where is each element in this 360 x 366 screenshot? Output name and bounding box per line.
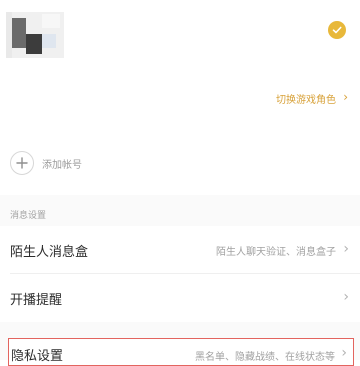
plus-icon: [10, 151, 34, 175]
chevron-right-icon: ›: [343, 289, 349, 305]
selected-check-icon: [328, 21, 346, 39]
row-value: 黑名单、隐藏战绩、在线状态等: [195, 352, 335, 363]
settings-row-privacy[interactable]: 隐私设置 黑名单、隐藏战绩、在线状态等 ›: [8, 338, 354, 366]
row-value: 陌生人聊天验证、消息盒子: [216, 247, 336, 258]
chevron-right-icon: ›: [341, 345, 347, 361]
chevron-right-icon: ›: [343, 90, 348, 104]
section-title-message-settings: 消息设置: [10, 211, 47, 221]
add-account-label: 添加帐号: [42, 159, 82, 171]
current-account-card[interactable]: 切换游戏角色 ›: [0, 0, 360, 125]
settings-row-stranger-inbox[interactable]: 陌生人消息盒 陌生人聊天验证、消息盒子 ›: [0, 226, 360, 274]
add-account-button[interactable]: 添加帐号: [10, 150, 82, 176]
chevron-right-icon: ›: [343, 241, 349, 257]
row-label: 隐私设置: [11, 349, 64, 364]
row-label: 开播提醒: [10, 293, 63, 308]
row-label: 陌生人消息盒: [10, 245, 89, 260]
switch-game-role-link[interactable]: 切换游戏角色: [276, 91, 336, 106]
avatar: [6, 12, 64, 58]
settings-row-live-reminder[interactable]: 开播提醒 ›: [0, 274, 360, 322]
